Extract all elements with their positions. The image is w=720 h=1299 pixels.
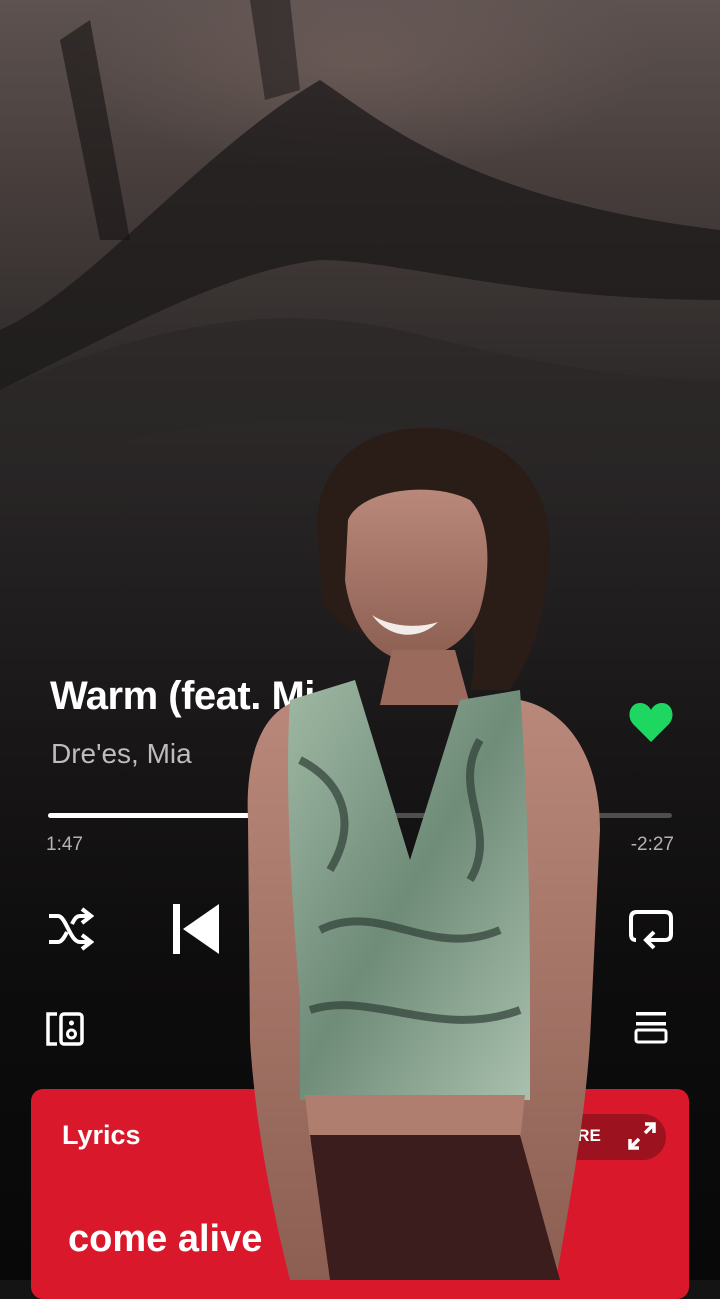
person-overlay-image — [247, 427, 600, 1280]
